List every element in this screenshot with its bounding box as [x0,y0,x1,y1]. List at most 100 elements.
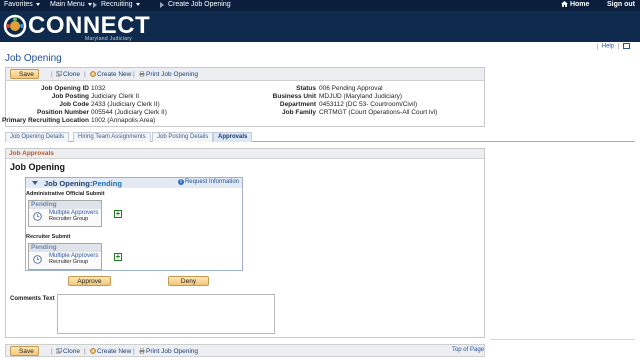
step-status: Pending [29,201,101,209]
approve-button[interactable]: Approve [68,276,111,286]
sign-out-link[interactable]: Sign out [607,1,635,8]
main-menu-label: Main Menu [50,1,85,8]
breadcrumb-current[interactable]: Create Job Opening [168,1,231,8]
tab-job-posting-details[interactable]: Job Posting Details [152,132,214,142]
home-link[interactable]: Home [561,1,589,8]
business-unit-label: Business Unit [272,93,316,100]
approval-step-card: Pending Multiple Approvers Recruiter Gro… [28,243,102,270]
job-opening-id-value: 1032 [91,85,106,92]
comments-text-label: Comments Text [10,296,55,302]
tab-hiring-team-assignments[interactable]: Hiring Team Assignments [73,132,151,142]
main-menu[interactable]: Main Menu [50,1,92,8]
job-code-label: Job Code [59,101,89,108]
job-opening-id-label: Job Opening ID [40,85,89,92]
approval-process-title: Job Opening [10,162,65,172]
approver-group: Recruiter Group [49,259,89,265]
job-approvals-section-header: Job Approvals [6,149,484,159]
top-navigation-bar: Favorites Main Menu Recruiting Create Jo… [0,0,640,11]
divider [490,339,635,340]
workflow-title-label: Job Opening: [44,179,93,188]
create-new-label: Create New [97,348,132,355]
step-status: Pending [29,244,101,252]
job-opening-header: Save | Clone | Create New | Print Job Op… [1,67,485,127]
create-new-label: Create New [97,71,132,78]
clone-link-bottom[interactable]: Clone [56,348,80,355]
primary-location-value: 1002 (Annapolis Area) [91,117,156,124]
status-value: 006 Pending Approval [319,85,383,92]
request-information-label: Request Information [184,179,239,185]
approval-step-card: Pending Multiple Approvers Recruiter Gro… [28,200,102,227]
collapse-triangle-icon[interactable] [32,181,38,185]
top-toolbar: Save | Clone | Create New | Print Job Op… [6,68,484,81]
approvals-panel: Job Approvals Job Opening Job Opening:Pe… [5,148,485,338]
insert-approver-button[interactable]: + [114,253,122,261]
department-value: 0453112 (DC 53- Courtroom/Civil) [319,101,418,108]
brand-logo-subtitle: Maryland Judiciary [85,36,133,42]
printer-icon [139,71,145,77]
recruiting-menu[interactable]: Recruiting [101,1,140,8]
workflow-header: Job Opening:Pending i Request Information [26,178,242,188]
breadcrumb-separator-icon [93,2,97,8]
print-job-opening-link[interactable]: Print Job Opening [139,71,198,78]
home-label: Home [569,1,590,8]
department-label: Department [279,101,316,108]
step-label: Recruiter Submit [26,234,71,240]
print-label: Print Job Opening [146,71,199,78]
clone-label: Clone [63,348,80,355]
chevron-down-icon [87,2,92,6]
help-bar: | Help | [595,43,630,50]
deny-button[interactable]: Deny [168,276,209,286]
job-code-value: 2433 (Judiciary Clerk II) [91,101,160,108]
favorites-label: Favorites [4,1,33,8]
position-number-label: Position Number [36,109,89,116]
breadcrumb-separator-icon [160,2,164,8]
top-of-page-link[interactable]: Top of Page [452,347,484,353]
workflow-status: Pending [92,179,122,188]
create-new-icon [90,71,96,77]
clock-icon [33,212,42,221]
clone-icon [56,71,62,77]
job-posting-value: Judiciary Clerk II [91,93,140,100]
create-new-icon [90,348,96,354]
position-number-value: 005544 (Judiciary Clerk II) [91,109,167,116]
request-information-link[interactable]: i Request Information [177,179,239,185]
bottom-toolbar: Save | Clone | Create New | Print Job Op… [5,344,485,357]
approver-group: Recruiter Group [49,216,89,222]
job-family-value: CRTMGT (Court Operations-All Court lvl) [319,109,438,116]
print-job-opening-link-bottom[interactable]: Print Job Opening [139,348,198,355]
branding-banner: CONNECT Maryland Judiciary [0,11,640,42]
primary-location-label: Primary Recruiting Location [1,117,89,124]
approval-workflow-box: Job Opening:Pending i Request Information… [25,177,243,271]
tab-bar: Job Opening Details Hiring Team Assignme… [5,132,635,142]
job-posting-label: Job Posting [51,93,89,100]
recruiting-label: Recruiting [101,1,133,8]
favorites-menu[interactable]: Favorites [4,1,40,8]
print-label: Print Job Opening [146,348,199,355]
chevron-down-icon [35,2,40,6]
chevron-down-icon [135,2,140,6]
create-new-link-bottom[interactable]: Create New [90,348,131,355]
printer-icon [139,348,145,354]
comments-textarea[interactable] [57,294,275,334]
business-unit-value: MDJUD (Maryland Judiciary) [319,93,403,100]
help-link[interactable]: Help [602,44,614,50]
insert-approver-button[interactable]: + [114,210,122,218]
new-window-icon[interactable] [623,43,630,49]
clock-icon [33,255,42,264]
tab-job-opening-details[interactable]: Job Opening Details [5,132,70,142]
save-button-bottom[interactable]: Save [10,346,39,356]
create-new-link[interactable]: Create New [90,71,131,78]
save-button[interactable]: Save [10,69,39,79]
status-label: Status [296,85,316,92]
info-icon: i [177,179,184,185]
page-title: Job Opening [5,53,62,64]
clone-link[interactable]: Clone [56,71,80,78]
step-label: Administrative Official Submit [26,191,105,197]
job-family-label: Job Family [282,109,316,116]
connect-logo-icon [3,14,27,38]
workflow-title: Job Opening:Pending [44,179,122,188]
clone-icon [56,348,62,354]
home-icon [561,1,568,7]
clone-label: Clone [63,71,80,78]
tab-approvals[interactable]: Approvals [213,132,253,142]
